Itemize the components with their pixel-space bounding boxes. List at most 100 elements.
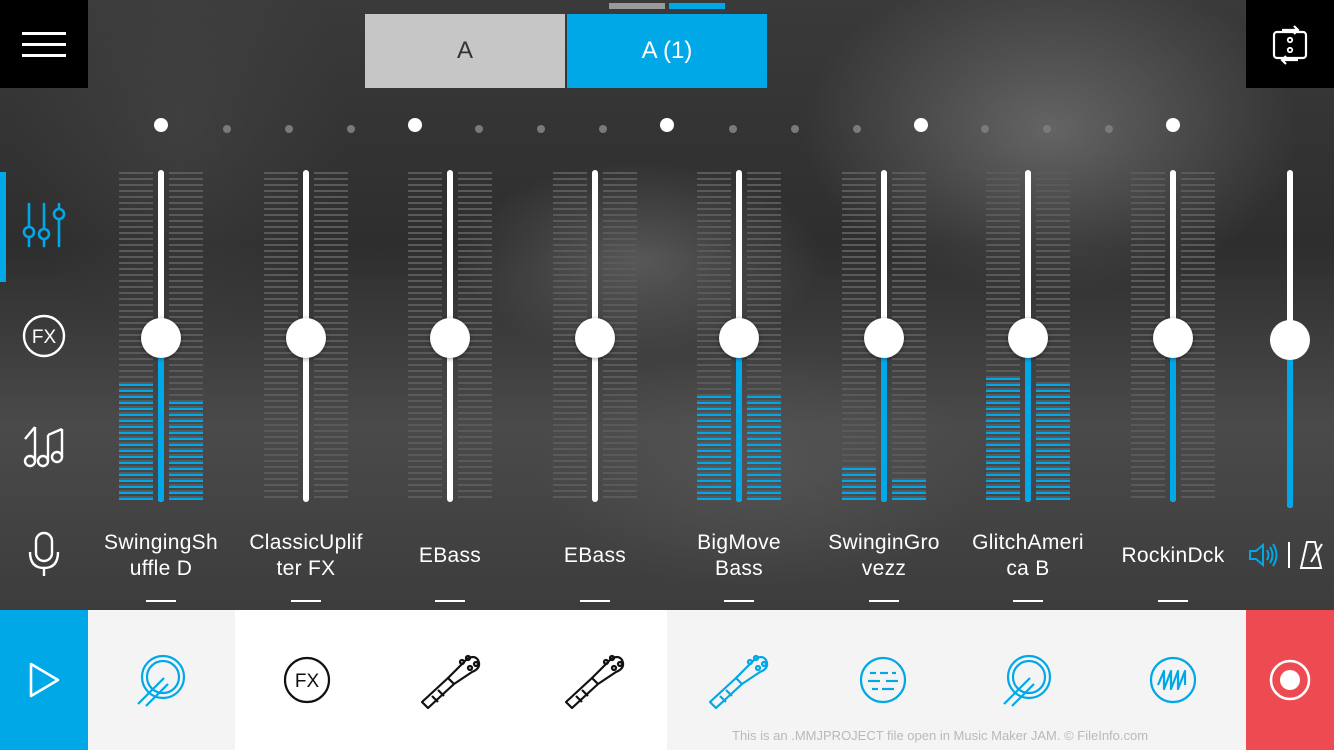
instrument-button[interactable] — [88, 610, 236, 750]
channel-name-line: EBass — [418, 544, 482, 567]
channel-mute-indicator[interactable] — [435, 600, 465, 602]
channel-mute-indicator[interactable] — [1158, 600, 1188, 602]
level-meter-fill — [1036, 382, 1070, 500]
channel-name-line: EBass — [563, 544, 627, 567]
scene-tab-a1[interactable]: A (1) — [567, 14, 767, 88]
channel-name-line: SwinginGro — [828, 531, 940, 554]
channel-strip — [552, 170, 638, 504]
level-meter-fill — [747, 392, 781, 500]
channel-group-dot[interactable] — [599, 125, 607, 133]
channel-mute-indicator[interactable] — [869, 600, 899, 602]
channel-group-dot[interactable] — [154, 118, 168, 132]
channel-group-dot[interactable] — [1105, 125, 1113, 133]
channel-strip — [841, 170, 927, 504]
fader-knob[interactable] — [141, 318, 181, 358]
channel-group-dot[interactable] — [347, 125, 355, 133]
play-button[interactable] — [0, 610, 88, 750]
channel-mute-indicator[interactable] — [580, 600, 610, 602]
channel-group-dot[interactable] — [1166, 118, 1180, 132]
menu-button[interactable] — [0, 0, 88, 88]
channel-group-dot[interactable] — [408, 118, 422, 132]
channel-name[interactable]: SwingingSh uffle D — [89, 530, 233, 582]
instrument-button[interactable] — [523, 610, 668, 750]
channel-mute-indicator[interactable] — [291, 600, 321, 602]
fader-fill — [1025, 336, 1031, 502]
channel-name[interactable]: EBass — [378, 543, 522, 569]
instrument-button[interactable]: FX — [235, 610, 380, 750]
master-volume-fill — [1287, 356, 1293, 508]
drum-icon — [1000, 652, 1056, 708]
bass-guitar-icon — [706, 650, 772, 710]
channel-name[interactable]: GlitchAmeri ca B — [956, 530, 1100, 582]
drum-icon — [134, 652, 190, 708]
channel-name[interactable]: EBass — [523, 543, 667, 569]
channel-group-dot[interactable] — [1043, 125, 1051, 133]
channel-group-dot[interactable] — [537, 125, 545, 133]
channel-name-line: Bass — [715, 557, 763, 580]
fader-fill — [158, 336, 164, 502]
svg-text:FX: FX — [295, 671, 320, 692]
channel-name[interactable]: SwinginGro vezz — [812, 530, 956, 582]
channel-name[interactable]: ClassicUplif ter FX — [234, 530, 378, 582]
fader-fill — [736, 336, 742, 502]
channel-strip — [118, 170, 204, 504]
channel-name[interactable]: RockinDck — [1101, 543, 1245, 569]
bass-guitar-icon — [562, 650, 628, 710]
fader-knob[interactable] — [575, 318, 615, 358]
channel-name-line: SwingingSh — [104, 531, 218, 554]
channel-group-dot[interactable] — [853, 125, 861, 133]
switch-scene-button[interactable] — [1246, 0, 1334, 88]
instrument-button[interactable] — [379, 610, 524, 750]
hamburger-icon — [22, 24, 66, 65]
fader-fill — [881, 336, 887, 502]
channel-name-line: RockinDck — [1121, 544, 1225, 567]
footer-credit: This is an .MMJPROJECT file open in Musi… — [732, 728, 1149, 743]
channel-group-dot[interactable] — [791, 125, 799, 133]
fader-knob[interactable] — [1008, 318, 1048, 358]
fader-knob[interactable] — [719, 318, 759, 358]
waveform-icon — [1148, 655, 1198, 705]
fader-fill — [1170, 336, 1176, 502]
channel-name[interactable]: BigMove Bass — [667, 530, 811, 582]
channel-name-line: ClassicUplif — [249, 531, 363, 554]
channel-mute-indicator[interactable] — [1013, 600, 1043, 602]
channel-strip — [263, 170, 349, 504]
channel-group-dot[interactable] — [475, 125, 483, 133]
channel-name-line: uffle D — [129, 557, 193, 580]
channel-name-line: GlitchAmeri — [972, 531, 1084, 554]
channel-mute-indicator[interactable] — [724, 600, 754, 602]
fader-knob[interactable] — [430, 318, 470, 358]
fader-knob[interactable] — [864, 318, 904, 358]
level-meter-fill — [697, 392, 731, 500]
mixer-sliders-icon — [22, 202, 66, 248]
channel-group-dot[interactable] — [285, 125, 293, 133]
sidebar-item-mixer[interactable] — [0, 200, 88, 250]
svg-text:FX: FX — [32, 327, 57, 348]
scene-tab-a[interactable]: A — [365, 14, 565, 88]
level-meter-fill — [986, 375, 1020, 500]
record-button[interactable] — [1246, 610, 1334, 750]
channel-name-line: vezz — [861, 557, 907, 580]
page-indicator-segment — [609, 3, 665, 9]
channel-group-dot[interactable] — [729, 125, 737, 133]
channel-group-dot[interactable] — [660, 118, 674, 132]
fader-knob[interactable] — [286, 318, 326, 358]
channel-strip — [407, 170, 493, 504]
channel-strip — [985, 170, 1071, 504]
channel-group-dot[interactable] — [981, 125, 989, 133]
master-controls — [1248, 540, 1324, 570]
channel-group-dot[interactable] — [914, 118, 928, 132]
speaker-icon[interactable] — [1248, 540, 1280, 570]
sidebar-item-loops[interactable] — [0, 421, 88, 469]
sidebar-item-fx[interactable]: FX — [0, 313, 88, 359]
level-meter-fill — [842, 467, 876, 500]
master-volume-knob[interactable] — [1270, 320, 1310, 360]
metronome-icon[interactable] — [1298, 540, 1324, 570]
channel-name-line: BigMove — [697, 531, 781, 554]
page-indicator-segment-active — [669, 3, 725, 9]
page-indicator — [609, 3, 725, 9]
channel-group-dot[interactable] — [223, 125, 231, 133]
sidebar-item-record-vocals[interactable] — [0, 530, 88, 578]
fader-knob[interactable] — [1153, 318, 1193, 358]
channel-mute-indicator[interactable] — [146, 600, 176, 602]
